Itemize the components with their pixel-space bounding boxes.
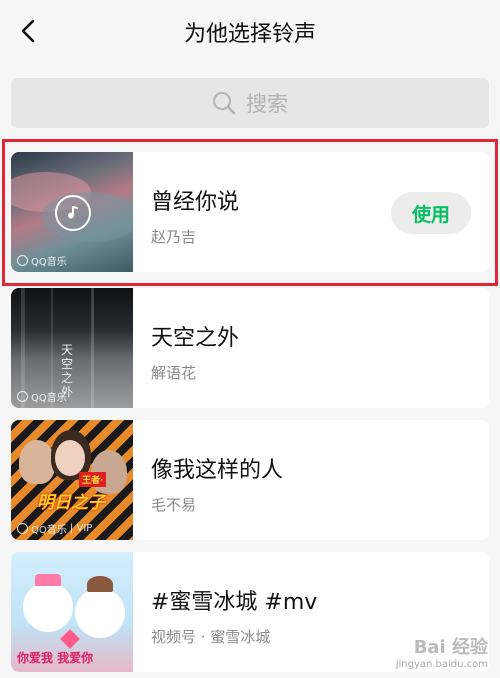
song-title: #蜜雪冰城 #mv xyxy=(151,590,318,615)
cover-title: 明日之子 xyxy=(37,493,105,513)
page-title: 为他选择铃声 xyxy=(183,22,316,47)
qq-music-icon xyxy=(17,391,28,402)
watermark-logo: Bai 经验 xyxy=(413,637,488,658)
search-input[interactable]: 搜索 xyxy=(11,78,489,128)
source-label: QQ音乐 xyxy=(17,389,67,404)
vip-badge: VIP xyxy=(76,523,93,534)
selection-highlight xyxy=(2,139,498,286)
song-item[interactable]: 天空之外 QQ音乐 天空之外 解语花 xyxy=(11,288,489,408)
qq-music-icon xyxy=(17,523,28,534)
top-bar: 为他选择铃声 xyxy=(0,0,500,64)
source-label: QQ音乐 | VIP xyxy=(17,521,92,536)
watermark: Bai 经验 jingyan.baidu.com xyxy=(396,633,488,670)
album-cover: 王者· 明日之子 QQ音乐 | VIP xyxy=(11,420,133,540)
song-artist: 视频号 · 蜜雪冰城 xyxy=(151,628,271,646)
song-artist: 毛不易 xyxy=(151,496,197,514)
song-title: 天空之外 xyxy=(151,326,240,351)
search-icon xyxy=(213,92,236,115)
watermark-url: jingyan.baidu.com xyxy=(395,659,488,670)
song-item[interactable]: 王者· 明日之子 QQ音乐 | VIP 像我这样的人 毛不易 xyxy=(11,420,489,540)
video-cover: 你爱我 我爱你 xyxy=(11,552,133,672)
album-cover: 天空之外 QQ音乐 xyxy=(11,288,133,408)
cover-caption: 你爱我 我爱你 xyxy=(17,651,94,665)
song-artist: 解语花 xyxy=(151,364,197,382)
cover-tag: 王者· xyxy=(79,472,107,487)
search-placeholder: 搜索 xyxy=(246,92,288,116)
song-title: 像我这样的人 xyxy=(151,458,284,483)
